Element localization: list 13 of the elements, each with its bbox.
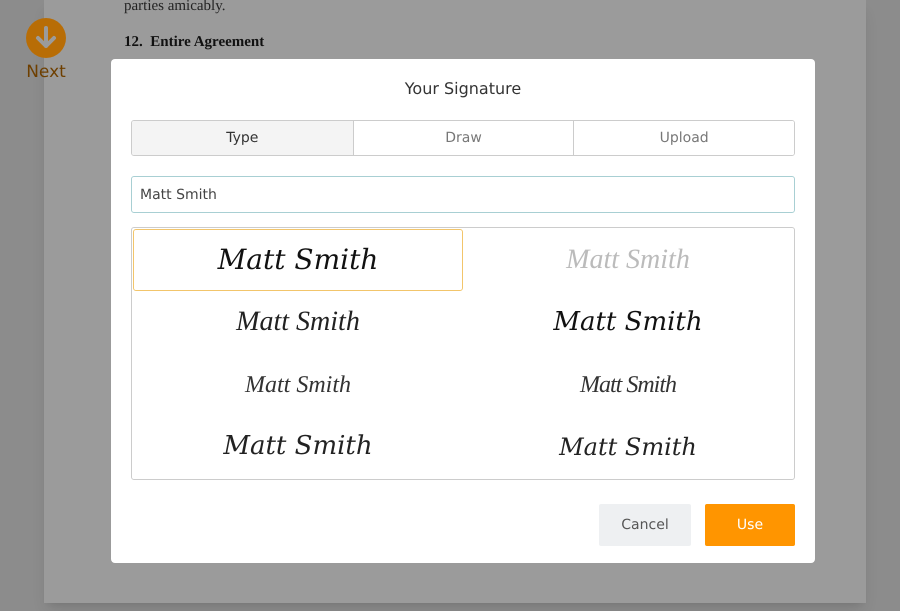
dialog-title: Your Signature: [404, 78, 522, 100]
signature-option[interactable]: Matt Smith: [133, 229, 463, 292]
cancel-button[interactable]: Cancel: [599, 504, 691, 546]
signature-option[interactable]: Matt Smith: [463, 354, 793, 416]
signature-option[interactable]: Matt Smith: [133, 354, 463, 416]
name-input-field[interactable]: Matt Smith: [131, 176, 795, 213]
signature-option[interactable]: Matt Smith: [463, 291, 793, 354]
section-heading: 12. Entire Agreement: [124, 33, 264, 52]
signature-option[interactable]: Matt Smith: [463, 416, 793, 478]
tab[interactable]: Type: [132, 121, 353, 155]
tab[interactable]: Upload: [573, 121, 794, 155]
signature-option[interactable]: Matt Smith: [133, 291, 463, 354]
signature-option[interactable]: Matt Smith: [133, 416, 463, 478]
